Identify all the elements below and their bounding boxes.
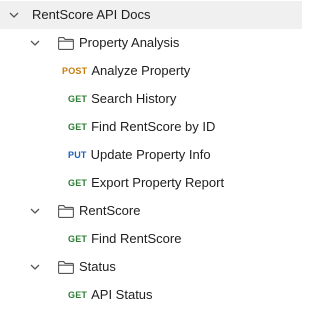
folder-label: RentScore [79, 203, 141, 218]
collection-tree: RentScore API Docs Property Analysis POS… [0, 0, 302, 308]
folder-icon [58, 204, 74, 218]
folder-icon [58, 260, 74, 274]
collection-title: RentScore API Docs [32, 7, 151, 22]
collection-root[interactable]: RentScore API Docs [0, 1, 302, 29]
request-label: Analyze Property [91, 63, 191, 78]
request-label: Export Property Report [91, 175, 225, 190]
chevron-down-icon[interactable] [8, 9, 20, 21]
request-label: Find RentScore [91, 231, 182, 246]
method-badge-get: GET [68, 234, 88, 244]
request-item[interactable]: GET API Status [0, 281, 302, 309]
chevron-down-icon[interactable] [29, 37, 41, 49]
method-badge-get: GET [68, 290, 88, 300]
chevron-down-icon[interactable] [29, 261, 41, 273]
request-label: Update Property Info [90, 147, 211, 162]
method-badge-put: PUT [68, 150, 87, 160]
folder-status[interactable]: Status [0, 253, 302, 281]
method-badge-get: GET [68, 178, 88, 188]
folder-icon [58, 36, 74, 50]
method-badge-post: POST [62, 66, 88, 76]
request-label: API Status [91, 287, 153, 302]
request-item[interactable]: POST Analyze Property [0, 57, 302, 85]
request-item[interactable]: GET Find RentScore by ID [0, 113, 302, 141]
folder-property-analysis[interactable]: Property Analysis [0, 29, 302, 57]
request-label: Find RentScore by ID [91, 119, 216, 134]
method-badge-get: GET [68, 122, 88, 132]
request-item[interactable]: GET Export Property Report [0, 169, 302, 197]
request-item[interactable]: PUT Update Property Info [0, 141, 302, 169]
request-label: Search History [91, 91, 177, 106]
folder-rentscore[interactable]: RentScore [0, 197, 302, 225]
request-item[interactable]: GET Find RentScore [0, 225, 302, 253]
chevron-down-icon[interactable] [29, 205, 41, 217]
method-badge-get: GET [68, 94, 88, 104]
request-item[interactable]: GET Search History [0, 85, 302, 113]
folder-label: Status [79, 259, 116, 274]
folder-label: Property Analysis [79, 35, 180, 50]
